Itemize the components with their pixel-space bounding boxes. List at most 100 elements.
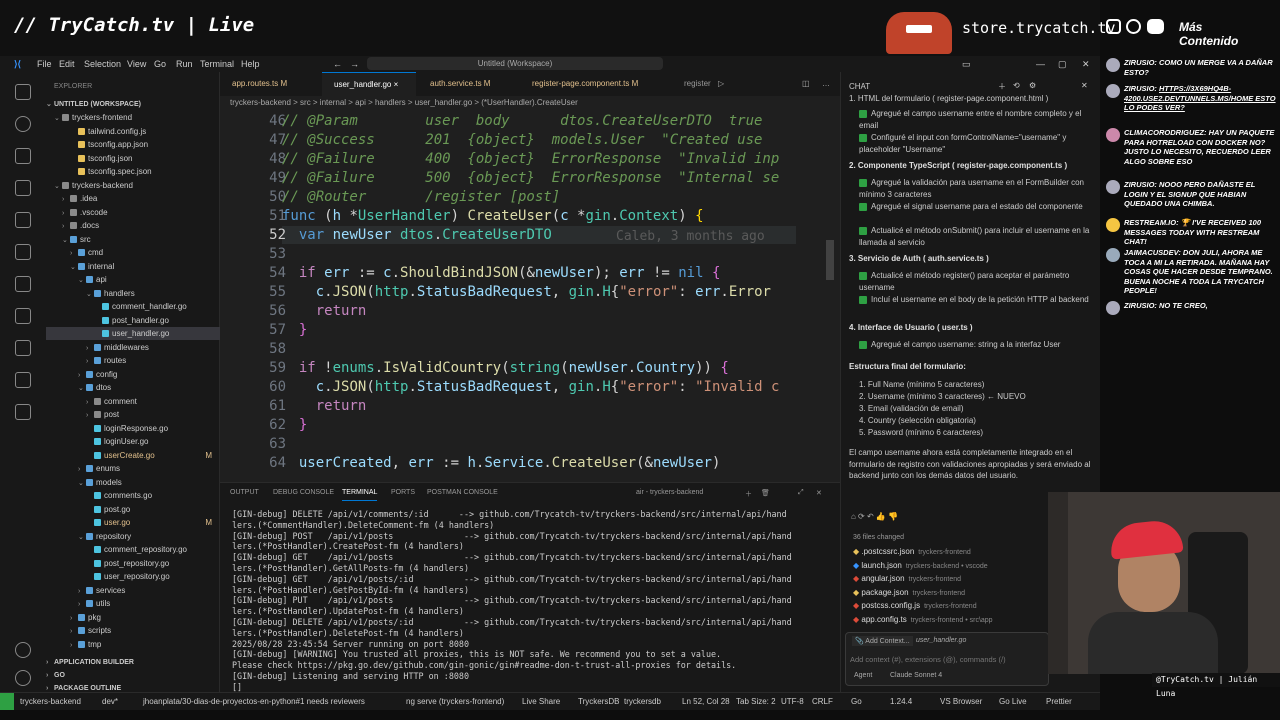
status-tab-size[interactable]: Tab Size: 2 — [736, 697, 776, 706]
tree-item-dtos[interactable]: ⌄ dtos — [46, 381, 220, 394]
status-git-branch[interactable]: dev* — [102, 697, 118, 706]
layout-icon[interactable]: ▭ — [962, 59, 971, 70]
status-db-tryckers[interactable]: TryckersDB — [578, 697, 619, 706]
minimize-icon[interactable]: — — [1036, 59, 1045, 69]
add-context-button[interactable]: 📎 Add Context... — [852, 636, 913, 646]
menu-terminal[interactable]: Terminal — [200, 59, 234, 69]
menu-help[interactable]: Help — [241, 59, 260, 69]
feedback-icons[interactable]: ⌂ ⟳ ↶ 👍 👎 — [851, 512, 898, 521]
tree-item-config[interactable]: › config — [46, 368, 220, 381]
history-icon[interactable]: ⟲ — [1013, 81, 1020, 90]
run-icon[interactable]: ▷ — [718, 79, 724, 88]
forward-arrow-icon[interactable]: → — [350, 59, 359, 69]
menu-file[interactable]: File — [37, 59, 52, 69]
tree-item-tryckers-frontend[interactable]: ⌄ tryckers-frontend — [46, 111, 220, 124]
tree-item-post[interactable]: › post — [46, 408, 220, 421]
tree-item-post-go[interactable]: post.go — [46, 503, 220, 516]
settings-gear-icon[interactable] — [15, 670, 31, 686]
tree-item-comment-handler-go[interactable]: comment_handler.go — [46, 300, 220, 313]
tree-item-tailwind-config-js[interactable]: tailwind.config.js — [46, 125, 220, 138]
menu-edit[interactable]: Edit — [59, 59, 75, 69]
maximize-panel-icon[interactable]: ⤢ — [798, 489, 804, 497]
status-vs-browser[interactable]: VS Browser — [940, 697, 982, 706]
status-branch[interactable]: tryckers-backend — [20, 697, 81, 706]
command-center-search[interactable]: Untitled (Workspace) — [367, 57, 663, 70]
close-window-icon[interactable]: ✕ — [1082, 59, 1090, 70]
testing-icon[interactable] — [15, 276, 31, 292]
menu-run[interactable]: Run — [176, 59, 193, 69]
tree-item-tsconfig-spec-json[interactable]: tsconfig.spec.json — [46, 165, 220, 178]
tree-item-routes[interactable]: › routes — [46, 354, 220, 367]
tree-item--docs[interactable]: › .docs — [46, 219, 220, 232]
panel-go[interactable]: › GO — [46, 669, 220, 682]
chat-input-box[interactable]: 📎 Add Context... user_handler.go Add con… — [845, 632, 1049, 686]
status-go-live[interactable]: Go Live — [999, 697, 1027, 706]
tree-item-utils[interactable]: › utils — [46, 597, 220, 610]
status-go-version[interactable]: 1.24.4 — [890, 697, 912, 706]
restore-icon[interactable]: ▢ — [1058, 59, 1067, 70]
tree-item-user-repository-go[interactable]: user_repository.go — [46, 570, 220, 583]
changed-file-item[interactable]: ◆ app.config.ts tryckers-frontend • src\a… — [853, 615, 993, 624]
tab-ports[interactable]: PORTS — [391, 489, 415, 496]
tree-item-post-repository-go[interactable]: post_repository.go — [46, 557, 220, 570]
tree-item-comment-repository-go[interactable]: comment_repository.go — [46, 543, 220, 556]
tab-output[interactable]: OUTPUT — [230, 489, 259, 496]
tree-item-loginuser-go[interactable]: loginUser.go — [46, 435, 220, 448]
workspace-section[interactable]: ⌄ UNTITLED (WORKSPACE) — [46, 98, 220, 111]
changed-file-item[interactable]: ◆ launch.json tryckers-backend • vscode — [853, 561, 988, 570]
menu-view[interactable]: View — [127, 59, 146, 69]
breadcrumb[interactable]: tryckers-backend > src > internal > api … — [220, 96, 840, 110]
status-eol[interactable]: CRLF — [812, 697, 833, 706]
settings-icon[interactable]: ⚙ — [1029, 81, 1036, 90]
tree-item-scripts[interactable]: › scripts — [46, 624, 220, 637]
changed-file-item[interactable]: ◆ package.json tryckers-frontend — [853, 588, 965, 597]
search-icon[interactable] — [15, 116, 31, 132]
tree-item-tsconfig-json[interactable]: tsconfig.json — [46, 152, 220, 165]
tab-user-handler[interactable]: user_handler.go × — [322, 72, 416, 96]
tree-item-tmp[interactable]: › tmp — [46, 638, 220, 651]
run-debug-icon[interactable] — [15, 180, 31, 196]
tree-item-tryckers-backend[interactable]: ⌄ tryckers-backend — [46, 179, 220, 192]
status-cursor-position[interactable]: Ln 52, Col 28 — [682, 697, 730, 706]
editor-scrollbar[interactable] — [826, 240, 834, 280]
close-panel-icon[interactable]: ✕ — [816, 489, 822, 497]
status-pull-request[interactable]: jhoanplata/30-dias-de-proyectos-en-pytho… — [143, 697, 365, 706]
back-arrow-icon[interactable]: ← — [333, 59, 342, 69]
files-changed-label[interactable]: 36 files changed — [853, 534, 904, 541]
changed-file-item[interactable]: ◆ .postcssrc.json tryckers-frontend — [853, 547, 971, 556]
tree-item--vscode[interactable]: › .vscode — [46, 206, 220, 219]
more-actions-icon[interactable]: … — [822, 79, 830, 88]
status-db-tryckersdb[interactable]: tryckersdb — [624, 697, 661, 706]
status-ng-serve[interactable]: ng serve (tryckers-frontend) — [406, 697, 504, 706]
docker-icon[interactable] — [15, 308, 31, 324]
tab-debug-console[interactable]: DEBUG CONSOLE — [273, 489, 334, 496]
tab-app-routes[interactable]: app.routes.ts M — [220, 72, 320, 96]
split-editor-icon[interactable]: ◫ — [802, 79, 810, 88]
trash-icon[interactable]: 🗑 — [761, 489, 770, 497]
tree-item-internal[interactable]: ⌄ internal — [46, 260, 220, 273]
agent-mode-select[interactable]: Agent — [854, 672, 872, 679]
tree-item-user-handler-go[interactable]: user_handler.go — [46, 327, 220, 340]
tab-register-page-component[interactable]: register-page.component.ts M — [520, 72, 670, 96]
tree-item-api[interactable]: ⌄ api — [46, 273, 220, 286]
chat-input-placeholder[interactable]: Add context (#), extensions (@), command… — [850, 655, 1006, 664]
tree-item-tsconfig-app-json[interactable]: tsconfig.app.json — [46, 138, 220, 151]
tree-item-src[interactable]: ⌄ src — [46, 233, 220, 246]
tree-item-services[interactable]: › services — [46, 584, 220, 597]
remote-indicator[interactable] — [0, 693, 14, 710]
new-chat-icon[interactable]: ＋ — [998, 81, 1006, 92]
tab-auth-service[interactable]: auth.service.ts M — [418, 72, 518, 96]
changed-file-item[interactable]: ◆ angular.json tryckers-frontend — [853, 574, 961, 583]
tree-item-usercreate-go[interactable]: userCreate.go M — [46, 449, 220, 462]
tree-item-handlers[interactable]: ⌄ handlers — [46, 287, 220, 300]
tree-item-middlewares[interactable]: › middlewares — [46, 341, 220, 354]
status-encoding[interactable]: UTF-8 — [781, 697, 804, 706]
remote-explorer-icon[interactable] — [15, 244, 31, 260]
tree-item-loginresponse-go[interactable]: loginResponse.go — [46, 422, 220, 435]
close-chat-icon[interactable]: ✕ — [1081, 81, 1088, 90]
menu-go[interactable]: Go — [154, 59, 166, 69]
explorer-icon[interactable] — [15, 84, 31, 100]
github-icon[interactable] — [15, 372, 31, 388]
source-control-icon[interactable] — [15, 148, 31, 164]
status-prettier[interactable]: Prettier — [1046, 697, 1072, 706]
